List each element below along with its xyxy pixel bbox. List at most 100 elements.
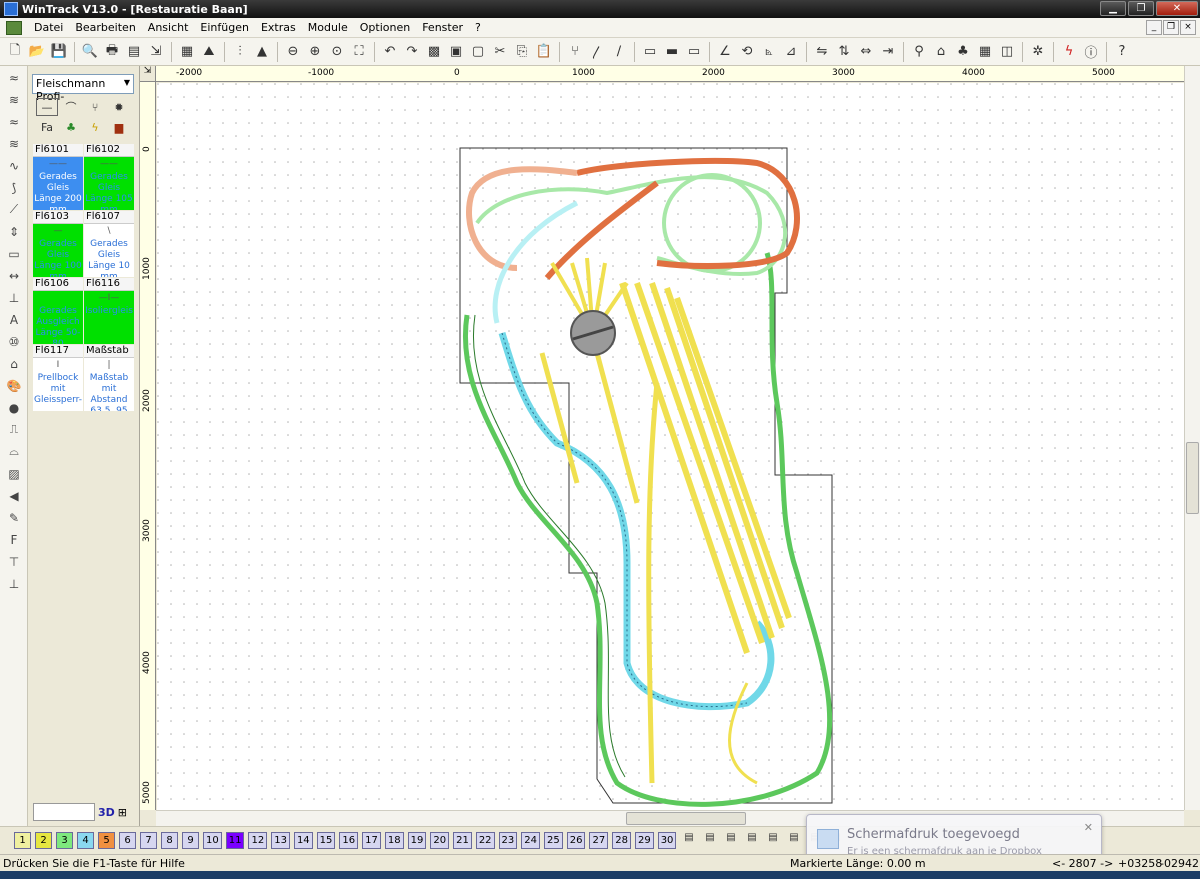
height-tool-icon[interactable]: ⇕ xyxy=(2,221,26,242)
layer-button-7[interactable]: 7 xyxy=(140,832,157,849)
copy-icon[interactable]: ⎘ xyxy=(511,41,533,63)
3d-view-button[interactable]: 3D xyxy=(98,806,115,819)
context-help-icon[interactable]: ? xyxy=(1111,41,1133,63)
mdi-restore-button[interactable]: ❐ xyxy=(1163,20,1179,35)
group-icon[interactable]: ▣ xyxy=(445,41,467,63)
track-tile[interactable]: Fl6103 — Gerades Gleis Länge 100 mm xyxy=(33,211,83,277)
menu-fenster[interactable]: Fenster xyxy=(416,21,469,34)
scroll-thumb[interactable] xyxy=(626,812,746,825)
layer-button-11[interactable]: 11 xyxy=(225,832,245,849)
layer-button-28[interactable]: 28 xyxy=(612,832,631,849)
settings-icon[interactable]: ✲ xyxy=(1027,41,1049,63)
electric-icon[interactable]: ϟ xyxy=(1058,41,1080,63)
paste-icon[interactable]: 📋 xyxy=(533,41,555,63)
flex-track-icon[interactable]: 〳 xyxy=(586,41,608,63)
tree-icon[interactable]: ♣ xyxy=(952,41,974,63)
zoom-window-icon[interactable]: ⊙ xyxy=(326,41,348,63)
layer-button-27[interactable]: 27 xyxy=(589,832,609,849)
marker-icon[interactable]: ● xyxy=(2,397,26,418)
layer-button-1[interactable]: 1 xyxy=(14,832,31,849)
mirror-icon[interactable]: ⇋ xyxy=(811,41,833,63)
sound-icon[interactable]: ◀ xyxy=(2,485,26,506)
landscape-icon[interactable]: ⌓ xyxy=(2,441,26,462)
pen-icon[interactable]: ✎ xyxy=(2,507,26,528)
curve-tool-icon[interactable]: ∿ xyxy=(2,155,26,176)
minimize-button[interactable]: ▁ xyxy=(1100,1,1126,16)
straight-track-icon[interactable]: — xyxy=(36,98,58,116)
zoom-fit-icon[interactable]: ⛶ xyxy=(348,41,370,63)
font-tool-icon[interactable]: Fa xyxy=(36,118,58,136)
layer-button-16[interactable]: 16 xyxy=(339,832,359,849)
layer-button-26[interactable]: 26 xyxy=(566,832,586,849)
layer-button-19[interactable]: 19 xyxy=(407,832,427,849)
track-tool-icon[interactable]: ⫶ xyxy=(229,41,251,63)
layout-drawing[interactable] xyxy=(157,83,1184,810)
layout-canvas[interactable] xyxy=(157,83,1184,810)
scroll-thumb[interactable] xyxy=(1186,442,1199,514)
rotate-icon[interactable]: ⟲ xyxy=(736,41,758,63)
zoom-out-icon[interactable]: ⊖ xyxy=(282,41,304,63)
align-icon[interactable]: ▭ xyxy=(639,41,661,63)
building-icon[interactable]: ⌂ xyxy=(930,41,952,63)
house-icon[interactable]: ⌂ xyxy=(2,353,26,374)
layer-button-12[interactable]: 12 xyxy=(248,832,268,849)
layer-button-29[interactable]: 29 xyxy=(634,832,654,849)
export-icon[interactable]: ⇲ xyxy=(145,41,167,63)
layer-button-18[interactable]: 18 xyxy=(384,832,404,849)
track-tile[interactable]: Fl6116 —I— Isoliergleis xyxy=(84,278,134,344)
maximize-button[interactable]: ❐ xyxy=(1128,1,1154,16)
layer-button-9[interactable]: 9 xyxy=(182,832,199,849)
layer-all-icon[interactable]: ▤ xyxy=(680,832,697,849)
rotate-90-icon[interactable]: ⦝ xyxy=(758,41,780,63)
landscape-icon[interactable]: ▲ xyxy=(251,41,273,63)
delete-icon[interactable]: ▩ xyxy=(423,41,445,63)
numbering-icon[interactable]: ⑩ xyxy=(2,331,26,352)
align-bottom-icon[interactable]: ⊥ xyxy=(2,573,26,594)
close-button[interactable]: ✕ xyxy=(1156,1,1198,16)
layer-button-25[interactable]: 25 xyxy=(544,832,563,849)
slope-tool-icon[interactable]: ⟋ xyxy=(2,199,26,220)
measure-angle-icon[interactable]: ∠ xyxy=(714,41,736,63)
flex-track-icon[interactable]: ≈ xyxy=(2,67,26,88)
track-tile[interactable]: Fl6117 I Prellbock mit Gleissperr- xyxy=(33,345,83,411)
flex-track-icon[interactable]: ≋ xyxy=(2,89,26,110)
flex-track-icon[interactable]: ≋ xyxy=(2,133,26,154)
vertical-scrollbar[interactable] xyxy=(1184,66,1200,810)
open-folder-icon[interactable]: 📂 xyxy=(26,41,48,63)
menu-help[interactable]: ? xyxy=(469,21,487,34)
layer-button-17[interactable]: 17 xyxy=(362,832,381,849)
turntable-icon[interactable]: ✹ xyxy=(108,98,130,116)
layer-button-24[interactable]: 24 xyxy=(521,832,541,849)
track-tile[interactable]: Fl6102 —— Gerades Gleis Länge 105 mm xyxy=(84,144,134,210)
menu-extras[interactable]: Extras xyxy=(255,21,302,34)
layer-show-icon[interactable]: ▤ xyxy=(722,832,739,849)
layer-button-22[interactable]: 22 xyxy=(475,832,495,849)
layer-button-23[interactable]: 23 xyxy=(498,832,518,849)
move-icon[interactable]: ⇔ xyxy=(855,41,877,63)
layer-button-3[interactable]: 3 xyxy=(56,832,73,849)
undo-icon[interactable]: ↶ xyxy=(379,41,401,63)
layer-settings-icon[interactable]: ▤ xyxy=(743,832,760,849)
snap-icon[interactable]: ⇥ xyxy=(877,41,899,63)
disconnect-icon[interactable]: ▭ xyxy=(683,41,705,63)
layer-button-6[interactable]: 6 xyxy=(119,832,136,849)
new-file-icon[interactable]: 🗋 xyxy=(4,41,26,63)
rotate-180-icon[interactable]: ⊿ xyxy=(780,41,802,63)
mdi-minimize-button[interactable]: _ xyxy=(1146,20,1162,35)
layer-button-10[interactable]: 10 xyxy=(203,832,222,849)
3d-view-icon[interactable]: ⛰ xyxy=(198,41,220,63)
ruler-corner[interactable]: ⇲ xyxy=(140,66,156,82)
ruler-icon[interactable]: ⊞ xyxy=(118,806,127,819)
layer-list-icon[interactable]: ▤ xyxy=(785,832,802,849)
track-tile[interactable]: Fl6101 —— Gerades Gleis Länge 200 mm xyxy=(33,144,83,210)
layer-button-21[interactable]: 21 xyxy=(453,832,472,849)
menu-einfuegen[interactable]: Einfügen xyxy=(194,21,255,34)
info-icon[interactable]: ⓘ xyxy=(1080,41,1102,63)
zoom-in-icon[interactable]: ⊕ xyxy=(304,41,326,63)
text-marker-icon[interactable]: ▭ xyxy=(2,243,26,264)
layer-button-30[interactable]: 30 xyxy=(657,832,677,849)
menu-ansicht[interactable]: Ansicht xyxy=(142,21,195,34)
layer-button-8[interactable]: 8 xyxy=(161,832,178,849)
print-icon[interactable]: 🖶 xyxy=(101,41,123,63)
track-tile[interactable]: Maßstab | Maßstab mit Abstand 63.5, 95 xyxy=(84,345,134,411)
